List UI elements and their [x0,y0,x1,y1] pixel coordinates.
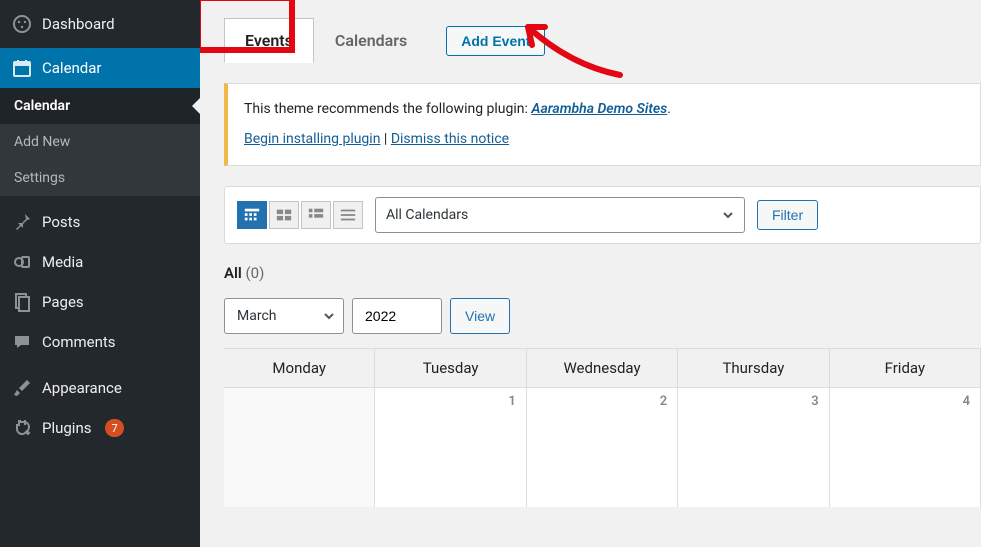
admin-sidebar: Dashboard Calendar Calendar Add New Sett… [0,0,200,547]
sidebar-label: Media [42,253,83,271]
dropdown-value: All Calendars [386,207,468,223]
calendar-cell[interactable]: 4 [830,387,981,507]
submenu-settings[interactable]: Settings [0,160,200,196]
day-header: Tuesday [375,349,526,387]
calendar-toolbar: All Calendars Filter [224,186,981,244]
date-nav: March View [224,298,981,334]
sidebar-label: Plugins [42,419,91,437]
all-label: All [224,264,242,282]
view-month-button[interactable] [237,201,267,229]
brush-icon [12,378,32,398]
calendar-cell[interactable] [224,387,375,507]
month-select[interactable]: March [224,298,344,334]
notice-sep: | [380,131,390,147]
tab-calendars[interactable]: Calendars [314,18,428,63]
cell-num: 4 [963,394,970,409]
day-header: Friday [830,349,981,387]
sidebar-item-media[interactable]: Media [0,242,200,282]
calendar-grid: Monday Tuesday Wednesday Thursday Friday… [224,348,981,507]
sidebar-label: Dashboard [42,15,115,33]
chevron-down-icon [323,310,335,322]
view-week-button[interactable] [269,201,299,229]
year-input[interactable] [352,298,442,334]
all-count: (0) [246,264,265,282]
day-header: Wednesday [527,349,678,387]
cell-num: 2 [660,394,667,409]
sidebar-label: Pages [42,293,84,311]
cell-num: 1 [508,394,515,409]
day-header: Thursday [678,349,829,387]
sidebar-label: Comments [42,333,116,351]
submenu-add-new[interactable]: Add New [0,124,200,160]
annotation-highlight [200,0,295,53]
all-filter[interactable]: All (0) [224,264,981,282]
view-list-button[interactable] [333,201,363,229]
sidebar-label: Calendar [42,59,102,77]
annotation-arrow [510,15,630,85]
dashboard-icon [12,14,32,34]
sidebar-item-comments[interactable]: Comments [0,322,200,362]
sidebar-label: Posts [42,213,80,231]
comments-icon [12,332,32,352]
sidebar-item-calendar[interactable]: Calendar [0,48,200,88]
notice-dismiss-link[interactable]: Dismiss this notice [391,131,509,147]
calendar-icon [12,58,32,78]
sidebar-item-appearance[interactable]: Appearance [0,368,200,408]
notice-plugin-link[interactable]: Aarambha Demo Sites [531,101,667,117]
calendar-cell[interactable]: 2 [527,387,678,507]
calendar-header: Monday Tuesday Wednesday Thursday Friday [224,349,981,387]
calendar-dropdown[interactable]: All Calendars [375,197,745,233]
sidebar-submenu: Calendar Add New Settings [0,88,200,196]
chevron-down-icon [722,209,734,221]
day-header: Monday [224,349,375,387]
sidebar-item-dashboard[interactable]: Dashboard [0,0,200,48]
calendar-row: 1 2 3 4 [224,387,981,507]
sidebar-item-posts[interactable]: Posts [0,202,200,242]
pages-icon [12,292,32,312]
main-content: Events Calendars Add Event This theme re… [200,0,981,547]
pin-icon [12,212,32,232]
media-icon [12,252,32,272]
view-button[interactable]: View [450,298,510,334]
notice-install-link[interactable]: Begin installing plugin [244,131,380,147]
plugins-badge: 7 [105,419,123,437]
submenu-calendar[interactable]: Calendar [0,88,200,124]
plugin-notice: This theme recommends the following plug… [224,83,981,166]
view-day-button[interactable] [301,201,331,229]
calendar-cell[interactable]: 1 [375,387,526,507]
view-buttons [237,201,363,229]
sidebar-item-plugins[interactable]: Plugins 7 [0,408,200,448]
filter-button[interactable]: Filter [757,200,818,230]
calendar-cell[interactable]: 3 [678,387,829,507]
notice-text-end: . [667,101,671,117]
month-value: March [237,308,277,324]
sidebar-label: Appearance [42,379,122,397]
plugin-icon [12,418,32,438]
notice-text: This theme recommends the following plug… [244,101,531,117]
sidebar-item-pages[interactable]: Pages [0,282,200,322]
cell-num: 3 [811,394,818,409]
